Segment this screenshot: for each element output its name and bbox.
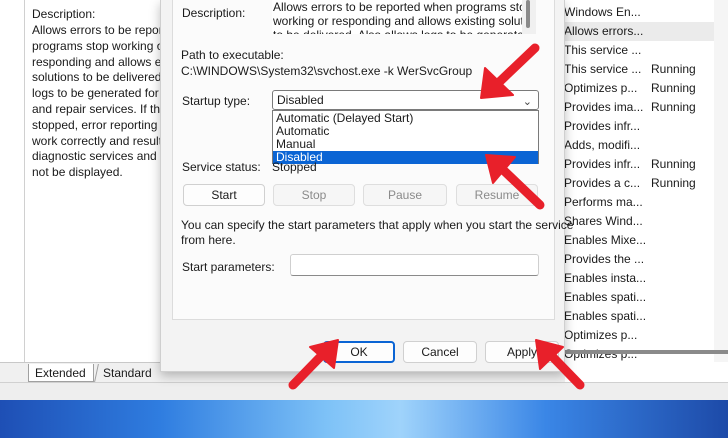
service-status-cell: Running — [651, 62, 696, 76]
start-parameters-label: Start parameters: — [182, 260, 275, 274]
table-row[interactable]: Enables Mixe...Ma — [556, 231, 728, 250]
service-description-cell: Provides ima... — [564, 100, 644, 114]
description-body: Allows errors to be reporte programs sto… — [32, 23, 167, 180]
service-description-cell: Optimizes p... — [564, 81, 638, 95]
service-status-cell: Running — [651, 81, 696, 95]
service-description-cell: Allows errors... — [564, 24, 644, 38]
startup-type-value: Disabled — [277, 93, 324, 107]
service-description-cell: Enables spati... — [564, 290, 647, 304]
service-description-cell: Shares Wind... — [564, 214, 643, 228]
description-scrollbar[interactable] — [522, 0, 536, 34]
vertical-scrollbar[interactable] — [714, 0, 728, 362]
tab-standard[interactable]: Standard — [94, 364, 158, 382]
apply-button[interactable]: Apply — [485, 341, 559, 363]
service-description-pane: Description: Allows errors to be reporte… — [0, 0, 167, 362]
service-description-cell: Optimizes p... — [564, 328, 638, 342]
service-description-cell: This service ... — [564, 62, 642, 76]
path-value: C:\WINDOWS\System32\svchost.exe -k WerSv… — [181, 64, 473, 78]
table-row[interactable]: Shares Wind...Ma — [556, 212, 728, 231]
pause-button[interactable]: Pause — [363, 184, 447, 206]
service-description-cell: This service ... — [564, 43, 642, 57]
service-description-cell: Provides a c... — [564, 176, 641, 190]
service-description-cell: Adds, modifi... — [564, 138, 641, 152]
tab-standard-label: Standard — [103, 366, 152, 380]
description-heading: Description: — [32, 7, 96, 21]
services-list: Windows En...MaAllows errors...MaThis se… — [556, 0, 728, 400]
table-row[interactable]: Provides ima...RunningAu — [556, 98, 728, 117]
description-textbox: Allows errors to be reported when progra… — [272, 0, 522, 34]
service-description-cell: Provides infr... — [564, 119, 641, 133]
tab-extended[interactable]: Extended — [28, 364, 94, 382]
status-bar — [0, 382, 728, 400]
table-row[interactable]: Windows En...Ma — [556, 3, 728, 22]
service-status-value: Stopped — [272, 160, 317, 174]
cancel-button[interactable]: Cancel — [403, 341, 477, 363]
table-row[interactable]: Provides a c...RunningAu — [556, 174, 728, 193]
service-description-cell: Enables Mixe... — [564, 233, 647, 247]
service-status-cell: Running — [651, 157, 696, 171]
table-row[interactable]: Enables spati...Ma — [556, 307, 728, 326]
service-description-cell: Optimizes p... — [564, 347, 638, 361]
service-status-cell: Running — [651, 100, 696, 114]
stop-button[interactable]: Stop — [273, 184, 355, 206]
desktop-taskbar — [0, 400, 728, 438]
service-description-cell: Windows En... — [564, 5, 641, 19]
table-row[interactable]: Enables insta...Ma — [556, 269, 728, 288]
table-row[interactable]: Provides infr...RunningAu — [556, 155, 728, 174]
description-text: Allows errors to be reported when progra… — [273, 0, 522, 34]
service-description-cell: Performs ma... — [564, 195, 643, 209]
table-row[interactable]: Performs ma...Ma — [556, 193, 728, 212]
divider — [24, 0, 25, 362]
start-parameters-hint: You can specify the start parameters tha… — [181, 218, 574, 247]
service-description-cell: Provides infr... — [564, 157, 641, 171]
service-description-cell: Enables insta... — [564, 271, 647, 285]
service-status-cell: Running — [651, 176, 696, 190]
service-status-label: Service status: — [182, 160, 261, 174]
path-label: Path to executable: — [181, 48, 284, 62]
table-row[interactable]: Optimizes p...Ma — [556, 326, 728, 345]
table-row[interactable]: This service ...Ma — [556, 41, 728, 60]
table-row[interactable]: Adds, modifi...Ma — [556, 136, 728, 155]
service-description-cell: Provides the ... — [564, 252, 645, 266]
start-parameters-input[interactable] — [290, 254, 539, 276]
table-row[interactable]: Enables spati...Ma — [556, 288, 728, 307]
description-scrollbar-thumb[interactable] — [526, 0, 530, 28]
startup-type-select[interactable]: Disabled ⌄ — [272, 90, 539, 110]
service-description-cell: Enables spati... — [564, 309, 647, 323]
startup-type-dropdown: Automatic (Delayed Start) Automatic Manu… — [272, 110, 539, 164]
table-row[interactable]: This service ...RunningAu — [556, 60, 728, 79]
table-row[interactable]: Optimizes p...Ma — [556, 345, 728, 364]
table-row[interactable]: Optimizes p...RunningAu — [556, 79, 728, 98]
description-label: Description: — [182, 6, 246, 20]
resume-button[interactable]: Resume — [456, 184, 538, 206]
chevron-down-icon: ⌄ — [522, 96, 532, 108]
startup-type-label: Startup type: — [182, 94, 251, 108]
table-row[interactable]: Allows errors...Ma — [556, 22, 728, 41]
table-row[interactable]: Provides infr...Ma — [556, 117, 728, 136]
start-button[interactable]: Start — [183, 184, 265, 206]
ok-button[interactable]: OK — [323, 341, 395, 363]
table-row[interactable]: Provides the ...Ma — [556, 250, 728, 269]
